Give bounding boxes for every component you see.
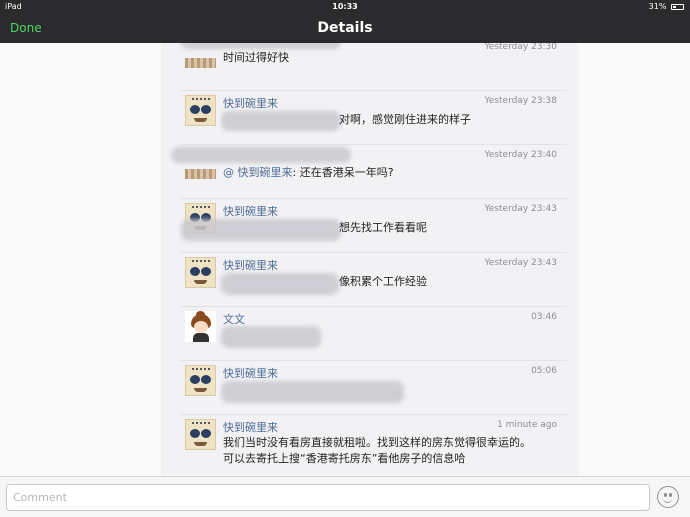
comment-time: Yesterday 23:43 (484, 258, 558, 268)
battery-percent: 31% (648, 2, 667, 11)
page-title: Details (317, 20, 373, 36)
comment-time: Yesterday 23:40 (484, 150, 558, 160)
status-bar: iPad 10:33 31% (0, 0, 690, 14)
comment-author[interactable]: 快到碗里来 (223, 365, 278, 381)
smiley-icon[interactable] (657, 486, 679, 508)
comment-author[interactable]: 快到碗里来 (223, 203, 278, 219)
comment-time: Yesterday 23:38 (484, 96, 558, 106)
redaction (221, 111, 341, 131)
status-time: 10:33 (332, 2, 358, 11)
redaction (221, 381, 404, 403)
redaction (221, 326, 321, 348)
comment-row: 快到碗里来 Yesterday 23:43 想先找工作看看呢 (181, 199, 567, 253)
comment-text: 对啊，感觉刚住进来的样子 (339, 113, 471, 126)
comment-author[interactable]: 文文 (223, 311, 245, 327)
avatar[interactable] (185, 257, 216, 288)
comment-list[interactable]: Yesterday 23:30 时间过得好快 快到碗里来 Yesterday 2… (161, 43, 578, 476)
battery-fill (673, 6, 676, 8)
comment-text: 时间过得好快 (223, 51, 289, 64)
comment-time: 03:46 (531, 312, 557, 322)
comment-time: Yesterday 23:43 (484, 204, 558, 214)
avatar[interactable] (185, 419, 216, 450)
comment-text: 像积累个工作经验 (339, 275, 427, 288)
comment-text-line2: 可以去寄托上搜“香港寄托房东”看他房子的信息哈 (223, 452, 466, 465)
right-margin (578, 43, 690, 476)
mention-link[interactable]: @ 快到碗里来 (223, 166, 293, 179)
comment-row: 快到碗里来 05:06 (181, 361, 567, 415)
comment-row: 快到碗里来 1 minute ago 我们当时没有看房直接就租啦。找到这样的房东… (181, 415, 567, 476)
comment-row: 文文 03:46 (181, 307, 567, 361)
comment-text: 想先找工作看看呢 (339, 221, 427, 234)
battery-indicator: 31% (649, 2, 684, 11)
comment-time: Yesterday 23:30 (484, 43, 558, 52)
avatar[interactable] (185, 95, 216, 126)
battery-icon (671, 4, 684, 10)
avatar[interactable] (185, 311, 216, 342)
comment-row: 快到碗里来 Yesterday 23:43 像积累个工作经验 (181, 253, 567, 307)
comment-author[interactable]: 快到碗里来 (223, 419, 278, 435)
comment-author[interactable]: 快到碗里来 (223, 95, 278, 111)
avatar[interactable] (185, 58, 216, 68)
comment-text: @ 快到碗里来: 还在香港呆一年吗? (223, 165, 394, 181)
comment-row: Yesterday 23:40 @ 快到碗里来: 还在香港呆一年吗? (171, 145, 567, 199)
comment-row: Yesterday 23:30 时间过得好快 (181, 43, 567, 91)
comment-row: 快到碗里来 Yesterday 23:38 对啊，感觉刚住进来的样子 (181, 91, 567, 145)
redaction (171, 147, 351, 163)
left-margin (0, 43, 161, 476)
redaction (181, 43, 341, 49)
redaction (181, 219, 341, 241)
avatar[interactable] (185, 169, 216, 179)
comment-input[interactable] (6, 484, 650, 511)
comment-text: 我们当时没有看房直接就租啦。找到这样的房东觉得很幸运的。 (223, 436, 531, 449)
comment-bar (0, 476, 690, 517)
comment-body: : 还在香港呆一年吗? (292, 166, 394, 179)
avatar[interactable] (185, 365, 216, 396)
redaction (221, 273, 339, 295)
comment-time: 05:06 (531, 366, 557, 376)
top-bar: iPad 10:33 31% Done Details (0, 0, 690, 43)
comment-author[interactable]: 快到碗里来 (223, 257, 278, 273)
comment-time: 1 minute ago (497, 420, 557, 430)
